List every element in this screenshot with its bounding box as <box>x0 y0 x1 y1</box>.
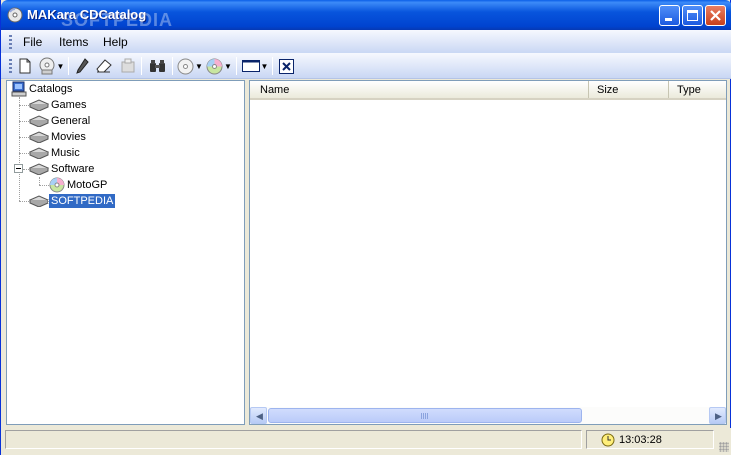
tree-connector <box>39 185 49 186</box>
menu-file[interactable]: File <box>23 35 42 49</box>
close-catalog-button[interactable] <box>277 56 295 76</box>
chevron-down-icon: ▼ <box>195 61 203 71</box>
toolbar: ▼ ▼ ▼ ▼ <box>1 53 731 79</box>
clock-time: 13:03:28 <box>619 434 662 446</box>
find-binoculars-icon <box>149 60 165 72</box>
tree-item-movies[interactable]: Movies <box>29 129 88 145</box>
minimize-icon <box>665 18 672 21</box>
cd-icon <box>177 58 194 74</box>
drive-icon <box>29 147 49 159</box>
color-cd-icon <box>206 58 223 74</box>
column-name[interactable]: Name <box>254 81 589 98</box>
drive-icon <box>29 131 49 143</box>
cd-icon <box>49 177 65 193</box>
collapse-toggle-software[interactable] <box>14 164 23 173</box>
maximize-button[interactable] <box>682 5 703 26</box>
tree-label: General <box>51 115 91 127</box>
properties-icon <box>121 58 135 73</box>
close-x-icon <box>278 58 294 74</box>
drive-icon <box>29 99 49 111</box>
tree-item-music[interactable]: Music <box>29 145 82 161</box>
menu-help[interactable]: Help <box>103 35 128 49</box>
tree-label: Music <box>51 147 80 159</box>
scrollbar-thumb[interactable] <box>268 408 582 423</box>
tree-root-catalogs[interactable]: Catalogs <box>11 81 74 97</box>
close-icon <box>710 10 721 21</box>
tree-label: Games <box>51 99 87 111</box>
color-cd-button[interactable]: ▼ <box>206 56 232 76</box>
view-icon <box>241 60 260 72</box>
new-button[interactable] <box>16 56 34 76</box>
tree-item-motogp[interactable]: MotoGP <box>49 177 109 193</box>
tree-label: SOFTPEDIA <box>47 193 117 209</box>
tree-label: MotoGP <box>67 179 108 191</box>
cd-button[interactable]: ▼ <box>177 56 203 76</box>
drive-icon <box>29 163 49 175</box>
status-bar: 13:03:28 <box>1 428 731 455</box>
catalog-disk-icon <box>39 57 55 75</box>
computer-icon <box>11 81 27 97</box>
status-panel-main <box>5 430 582 449</box>
edit-pencil-icon <box>76 58 89 74</box>
drive-icon <box>29 195 49 207</box>
thumb-grip-icon <box>421 413 429 419</box>
title-bar[interactable]: MAKara CDCatalog SOFTPEDIA <box>1 0 731 30</box>
tree-label: Catalogs <box>29 83 73 95</box>
chevron-down-icon: ▼ <box>224 61 232 71</box>
status-panel-clock: 13:03:28 <box>586 430 714 449</box>
scroll-left-button[interactable]: ◀ <box>250 407 267 424</box>
properties-button[interactable] <box>118 56 138 76</box>
tree-item-general[interactable]: General <box>29 113 92 129</box>
arrow-right-icon: ▶ <box>715 411 722 421</box>
minimize-button[interactable] <box>659 5 680 26</box>
arrow-left-icon: ◀ <box>256 411 263 421</box>
watermark-text: SOFTPEDIA <box>61 10 174 30</box>
tree-item-games[interactable]: Games <box>29 97 88 113</box>
toolbar-separator <box>236 57 237 75</box>
horizontal-scrollbar[interactable]: ◀ ▶ <box>250 407 726 424</box>
tree-label: Movies <box>51 131 86 143</box>
column-type[interactable]: Type <box>671 81 726 98</box>
tree-label: Software <box>51 163 95 175</box>
toolbar-separator <box>272 57 273 75</box>
chevron-down-icon: ▼ <box>56 61 65 71</box>
chevron-down-icon: ▼ <box>260 61 269 71</box>
app-window: MAKara CDCatalog SOFTPEDIA File Items He… <box>0 0 731 455</box>
menu-bar: File Items Help <box>1 30 731 53</box>
view-button[interactable]: ▼ <box>241 56 269 76</box>
file-list[interactable]: Name Size Type ◀ ▶ <box>249 80 727 425</box>
find-button[interactable] <box>147 56 167 76</box>
column-size[interactable]: Size <box>591 81 669 98</box>
app-cd-icon <box>7 7 23 23</box>
close-button[interactable] <box>705 5 726 26</box>
maximize-icon <box>687 10 698 21</box>
drive-icon <box>29 115 49 127</box>
clock-icon <box>601 433 615 447</box>
tree-connector <box>39 177 40 185</box>
tree-connector <box>19 97 20 201</box>
resize-grip-icon[interactable] <box>719 442 729 452</box>
toolbar-grip[interactable] <box>9 59 12 73</box>
toolbar-separator <box>172 57 173 75</box>
erase-button[interactable] <box>95 56 113 76</box>
new-icon <box>19 58 31 74</box>
menu-items[interactable]: Items <box>59 35 88 49</box>
list-column-header: Name Size Type <box>250 81 726 100</box>
catalog-tree[interactable]: Catalogs Games General Movies Music Soft… <box>6 80 245 425</box>
eraser-icon <box>96 59 112 73</box>
scroll-right-button[interactable]: ▶ <box>709 407 726 424</box>
edit-button[interactable] <box>73 56 91 76</box>
toolbar-separator <box>141 57 142 75</box>
tree-item-softpedia[interactable]: SOFTPEDIA <box>29 193 117 209</box>
catalog-disk-button[interactable]: ▼ <box>37 56 65 76</box>
tree-item-software[interactable]: Software <box>29 161 96 177</box>
menubar-grip[interactable] <box>9 35 12 49</box>
toolbar-separator <box>68 57 69 75</box>
